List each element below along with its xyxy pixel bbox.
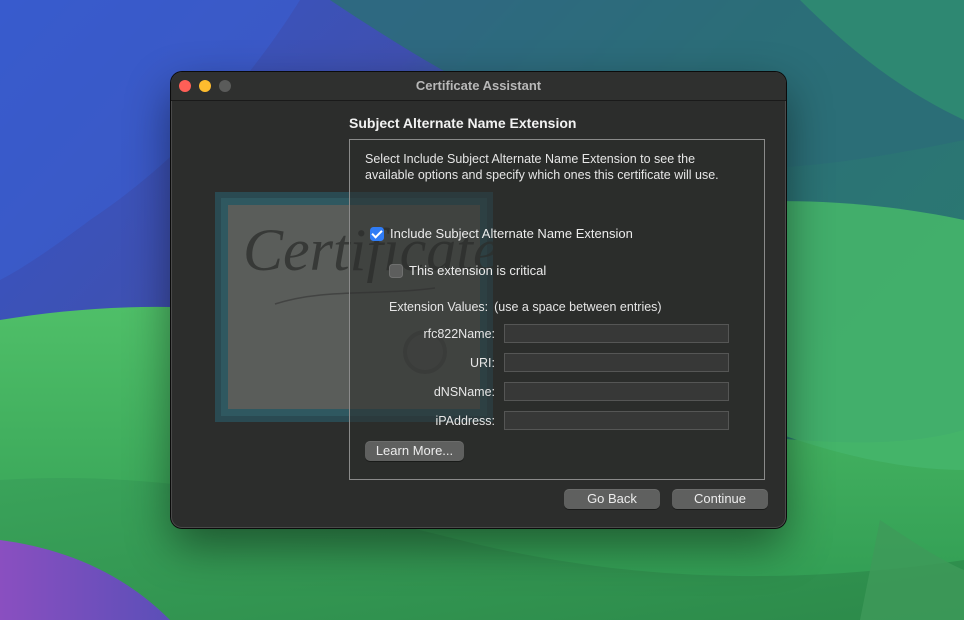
certificate-assistant-window: Certificate Assistant Certificate Subjec…	[171, 72, 786, 528]
dnsname-label: dNSName:	[433, 385, 495, 399]
include-san-label[interactable]: Include Subject Alternate Name Extension	[390, 226, 633, 241]
extension-values-hint: (use a space between entries)	[494, 300, 662, 314]
critical-checkbox-row[interactable]: This extension is critical	[389, 263, 546, 278]
window-title: Certificate Assistant	[415, 78, 542, 93]
uri-input[interactable]	[504, 353, 729, 372]
dnsname-input[interactable]	[504, 382, 729, 401]
uri-label: URI:	[470, 356, 495, 370]
rfc822name-input[interactable]	[504, 324, 729, 343]
critical-checkbox[interactable]	[389, 263, 403, 278]
ipaddress-input[interactable]	[504, 411, 729, 430]
critical-label[interactable]: This extension is critical	[409, 263, 546, 278]
checkmark-icon	[371, 226, 383, 239]
go-back-button[interactable]: Go Back	[564, 489, 660, 509]
ipaddress-label: iPAddress:	[435, 414, 495, 428]
rfc822name-label: rfc822Name:	[423, 327, 495, 341]
title-bar[interactable]: Certificate Assistant	[171, 72, 786, 101]
include-san-checkbox-row[interactable]: Include Subject Alternate Name Extension	[370, 226, 633, 241]
panel-description: Select Include Subject Alternate Name Ex…	[365, 152, 719, 182]
include-san-checkbox[interactable]	[370, 226, 384, 241]
continue-button[interactable]: Continue	[672, 489, 768, 509]
learn-more-button[interactable]: Learn More...	[365, 441, 464, 461]
extension-values-label: Extension Values:	[389, 300, 489, 314]
extension-values-header: Extension Values: (use a space between en…	[389, 300, 662, 314]
san-extension-panel: Select Include Subject Alternate Name Ex…	[349, 139, 765, 480]
panel-title: Subject Alternate Name Extension	[349, 115, 577, 131]
